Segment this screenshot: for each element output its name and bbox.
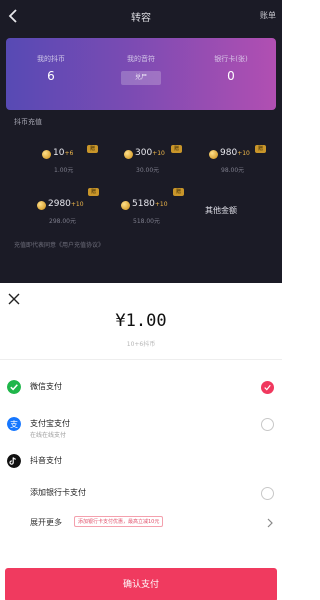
coin-icon (37, 201, 46, 210)
package-option[interactable]: 5180+10 518.00元 赠 (121, 188, 205, 232)
package-price: 518.00元 (133, 218, 160, 225)
package-bonus: +10 (70, 201, 84, 208)
confirm-payment-button[interactable]: 确认支付 (5, 568, 277, 600)
payment-option-wechat[interactable]: 微信支付 (0, 373, 282, 403)
promo-tag: 添加银行卡支付优惠，最高立减10元 (74, 516, 164, 527)
close-icon[interactable] (8, 293, 20, 305)
stat-bank-cards: 银行卡(张) 0 (186, 54, 276, 83)
package-option[interactable]: 300+10 30.00元 赠 (124, 145, 208, 181)
package-price: 30.00元 (136, 167, 160, 174)
package-option[interactable]: 10+6 1.00元 赠 (42, 145, 126, 181)
payment-name: 添加银行卡支付 (30, 488, 86, 497)
payment-sub: 10+6抖币 (126, 341, 156, 348)
expand-more-label: 展开更多 (30, 518, 62, 527)
section-label: 抖币充值 (14, 118, 42, 126)
payment-name: 支付宝支付 (30, 419, 70, 428)
payment-name: 抖音支付 (30, 456, 62, 465)
package-amount: 300 (135, 148, 153, 158)
expand-more-row[interactable]: 展开更多 添加银行卡支付优惠，最高立减10元 (0, 509, 282, 539)
payment-note: 在线在线支付 (30, 432, 67, 439)
payment-amount: ¥1.00 (115, 311, 167, 331)
recharge-page: 转容 账单 我的抖币 6 我的音符 兑尸 银行卡(张) 0 抖币充值 10+6 … (0, 0, 282, 283)
redeem-button[interactable]: 兑尸 (121, 71, 161, 85)
stat-value: 0 (227, 69, 235, 83)
payment-name: 微信支付 (30, 382, 62, 391)
payment-option-douyin[interactable]: 抖音支付 (0, 447, 282, 477)
other-amount-option[interactable]: 其他金额 (205, 205, 237, 216)
package-price: 1.00元 (54, 167, 74, 174)
package-amount: 2980 (48, 199, 71, 209)
bonus-tag: 赠 (88, 188, 99, 196)
stat-coins: 我的抖币 6 (6, 54, 96, 83)
package-price: 298.00元 (49, 218, 76, 225)
bonus-tag: 赠 (87, 145, 98, 153)
stat-label: 我的音符 (127, 55, 155, 63)
douyin-icon (7, 454, 21, 468)
payment-option-add-card[interactable]: 添加银行卡支付 (0, 479, 282, 509)
payment-option-alipay[interactable]: 支 支付宝支付 在线在线支付 (0, 410, 282, 440)
radio-unselected[interactable] (261, 487, 274, 500)
bonus-tag: 赠 (173, 188, 184, 196)
stat-label: 银行卡(张) (214, 55, 248, 63)
payment-sheet: ¥1.00 10+6抖币 微信支付 支 支付宝支付 在线在线支付 抖音支付 添加… (0, 283, 282, 600)
package-bonus: +10 (237, 150, 250, 157)
coin-icon (124, 150, 133, 159)
svg-text:支: 支 (10, 419, 18, 429)
alipay-icon: 支 (7, 417, 21, 431)
stat-value: 6 (47, 69, 55, 83)
balance-banner: 我的抖币 6 我的音符 兑尸 银行卡(张) 0 (6, 38, 276, 110)
coin-icon (42, 150, 51, 159)
coin-icon (209, 150, 218, 159)
coin-icon (121, 201, 130, 210)
bonus-tag: 赠 (171, 145, 182, 153)
package-bonus: +6 (64, 150, 74, 157)
radio-unselected[interactable] (261, 418, 274, 431)
page-title: 转容 (131, 13, 151, 24)
stat-notes: 我的音符 兑尸 (96, 54, 186, 85)
package-bonus: +10 (152, 150, 165, 157)
package-bonus: +10 (154, 201, 168, 208)
divider (0, 359, 282, 360)
wechat-icon (7, 380, 21, 394)
package-price: 98.00元 (221, 167, 245, 174)
bonus-tag: 赠 (255, 145, 266, 153)
package-option[interactable]: 980+10 98.00元 赠 (209, 145, 293, 181)
package-amount: 10 (53, 148, 65, 158)
agreement-notice[interactable]: 充值即代表同意《用户充值协议》 (14, 240, 104, 249)
chevron-right-icon (267, 518, 273, 528)
package-amount: 5180 (132, 199, 155, 209)
package-option[interactable]: 2980+10 298.00元 赠 (37, 188, 121, 232)
radio-selected[interactable] (261, 381, 274, 394)
stat-label: 我的抖币 (37, 55, 65, 63)
package-amount: 980 (220, 148, 238, 158)
nav-bar: 转容 账单 (0, 0, 282, 32)
bill-link[interactable]: 账单 (260, 10, 276, 21)
